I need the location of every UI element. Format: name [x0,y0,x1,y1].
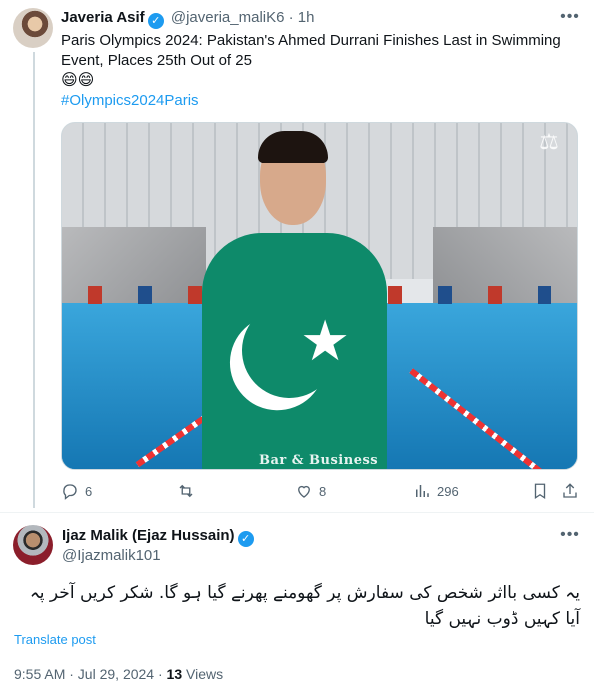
views-count: 296 [437,483,459,499]
tweet-header: Ijaz Malik (Ejaz Hussain) ✓ [62,527,257,547]
swimmer-hair [258,131,328,163]
post-metadata: 9:55 AM · Jul 29, 2024 · 13 Views [14,666,223,682]
more-options-icon[interactable]: ••• [559,9,581,28]
share-button[interactable] [561,482,579,500]
emoji-text: 😄😄 [61,72,95,89]
avatar[interactable] [13,8,53,48]
divider [0,512,594,513]
star-shape: ★ [300,309,351,372]
tweet-media-image[interactable]: ★ ⚖ Bar & Business [61,122,578,470]
media-watermark: Bar & Business [259,453,379,468]
avatar[interactable] [13,525,53,565]
author-handle[interactable]: @javeria_maliK6 [171,9,285,26]
hashtag-link[interactable]: #Olympics2024Paris [61,91,581,111]
like-button[interactable]: 8 [295,482,326,500]
tweet-actions: 6 8 296 [61,482,578,504]
tweet-text: یہ کسی بااثر شخص کی سفارش پر گھومنے پھرن… [29,583,580,629]
views-button[interactable]: 296 [413,482,459,500]
author-handle[interactable]: @Ijazmalik101 [62,547,161,564]
verified-badge-icon: ✓ [237,531,254,547]
post-timestamp[interactable]: 9:55 AM · Jul 29, 2024 · [14,666,167,682]
author-name[interactable]: Javeria Asif [61,9,145,26]
reply-button[interactable]: 6 [61,482,92,500]
separator-dot: · [288,9,294,26]
bookmark-button[interactable] [531,482,549,500]
verified-badge-icon: ✓ [147,13,164,29]
translate-post-link[interactable]: Translate post [14,632,96,647]
post-time[interactable]: 1h [298,9,315,26]
retweet-button[interactable] [177,482,201,500]
tweet-header: Javeria Asif ✓ @javeria_maliK6 · 1h [61,9,314,29]
reply-icon [63,484,77,500]
analytics-icon [416,485,429,497]
tweet-text: Paris Olympics 2024: Pakistan's Ahmed Du… [61,31,581,111]
bookmark-icon [534,483,546,500]
watermark-logo-icon: ⚖ [539,129,559,154]
tweet-body: Paris Olympics 2024: Pakistan's Ahmed Du… [61,32,561,69]
reply-count: 6 [85,483,93,499]
retweet-icon [179,484,193,498]
share-icon [563,483,577,498]
more-options-icon[interactable]: ••• [559,527,581,546]
quoted-tweet[interactable]: Javeria Asif ✓ @javeria_maliK6 · 1h ••• P… [0,0,594,512]
views-label: Views [182,666,224,682]
heart-icon [298,485,310,498]
author-name[interactable]: Ijaz Malik (Ejaz Hussain) [62,527,235,544]
like-count: 8 [319,483,327,499]
views-count: 13 [166,666,183,682]
